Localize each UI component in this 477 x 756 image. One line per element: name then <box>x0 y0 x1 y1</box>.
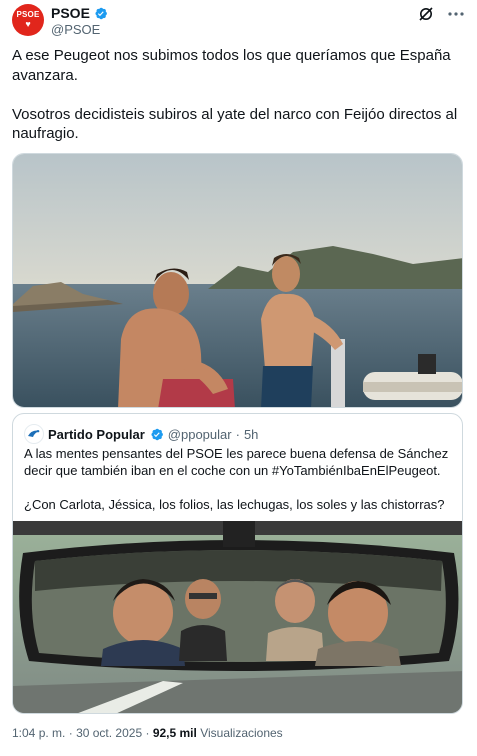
grok-icon[interactable] <box>417 5 435 23</box>
quoted-tweet[interactable]: Partido Popular @ppopular · 5h A las men… <box>12 413 463 714</box>
author-handle[interactable]: @PSOE <box>51 22 108 38</box>
top-actions <box>417 5 465 23</box>
post-time[interactable]: 1:04 p. m. <box>12 726 65 740</box>
avatar[interactable]: PSOE ♥ <box>12 4 44 36</box>
footer-dot: · <box>145 726 150 740</box>
avatar-logo-text: PSOE <box>16 10 40 19</box>
quoted-photo[interactable] <box>13 521 462 713</box>
views-label[interactable]: Visualizaciones <box>200 726 283 740</box>
tweet-text: A ese Peugeot nos subimos todos los que … <box>12 47 458 142</box>
quoted-author-name[interactable]: Partido Popular <box>48 427 145 442</box>
more-icon[interactable] <box>447 5 465 23</box>
quoted-text: A las mentes pensantes del PSOE les pare… <box>24 446 449 512</box>
author-name-row[interactable]: PSOE <box>51 5 108 22</box>
mirror-photo-image <box>13 521 462 713</box>
author-name[interactable]: PSOE <box>51 5 90 22</box>
tweet-header: PSOE ♥ PSOE @PSOE <box>12 4 465 40</box>
verified-badge-icon <box>151 428 163 440</box>
views-count[interactable]: 92,5 mil <box>153 726 197 740</box>
quoted-author-handle[interactable]: @ppopular <box>168 427 232 442</box>
heart-icon: ♥ <box>25 19 31 29</box>
post-date[interactable]: 30 oct. 2025 <box>76 726 142 740</box>
tweet-footer: 1:04 p. m. · 30 oct. 2025 · 92,5 mil Vis… <box>12 726 283 740</box>
pp-logo-icon[interactable] <box>24 424 44 444</box>
quoted-time[interactable]: 5h <box>244 427 258 442</box>
quoted-header: Partido Popular @ppopular · 5h <box>24 424 258 444</box>
author-block: PSOE @PSOE <box>51 5 108 38</box>
quoted-separator: · <box>235 426 240 442</box>
boat-photo-image <box>13 154 462 407</box>
tweet-photo[interactable] <box>12 153 463 408</box>
verified-badge-icon <box>95 7 107 20</box>
footer-dot: · <box>68 726 73 740</box>
